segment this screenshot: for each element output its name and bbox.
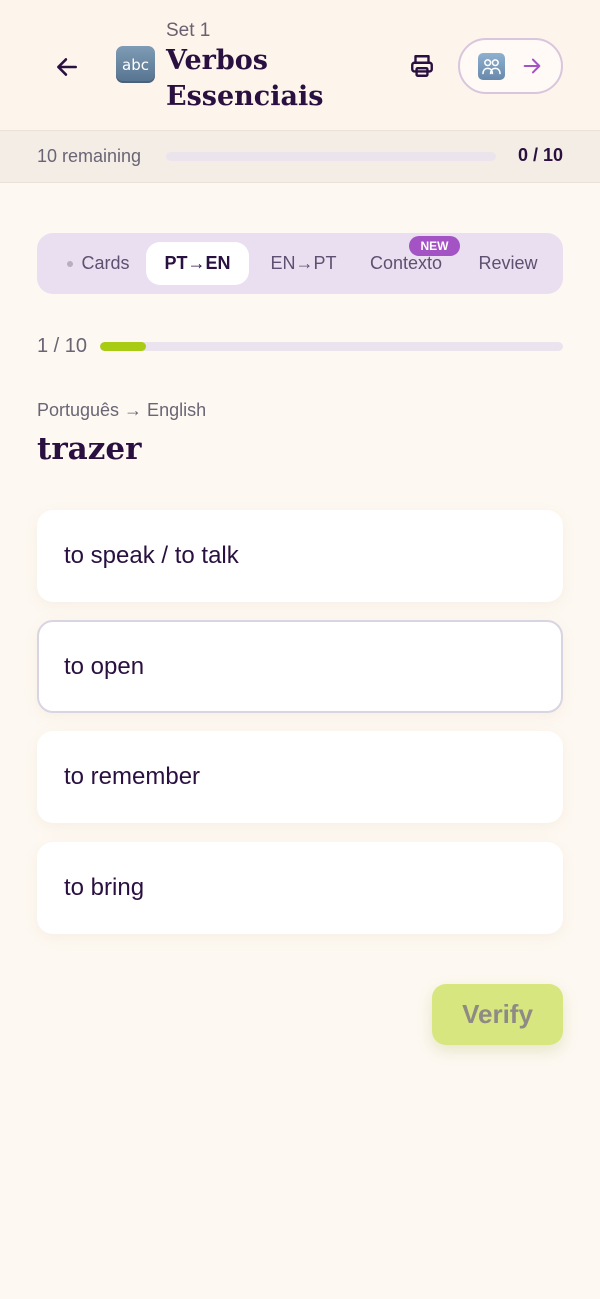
translation-direction: Português → English [37, 400, 207, 420]
answer-option-label: to bring [64, 874, 145, 901]
verify-button[interactable]: Verify [432, 984, 563, 1045]
header: abc Set 1 Verbos Essenciais [0, 0, 600, 131]
back-button[interactable] [44, 44, 90, 90]
share-set-button[interactable] [458, 38, 563, 94]
answer-option-label: to remember [64, 763, 201, 790]
tab-label: PT→EN [164, 253, 231, 273]
tab-cards[interactable]: Cards [50, 242, 147, 285]
tab-en-pt[interactable]: EN→PT [252, 242, 355, 285]
card-icon [67, 260, 74, 267]
remaining-progress-track [166, 152, 496, 161]
question-progress-fill [100, 342, 147, 351]
print-button[interactable] [400, 44, 444, 88]
remaining-label: 10 remaining [37, 146, 142, 166]
arrow-right-icon [523, 58, 541, 74]
people-icon [478, 52, 505, 80]
tab-label: Review [478, 253, 538, 273]
arrow-left-icon [57, 58, 77, 76]
answer-option[interactable]: to open [37, 620, 563, 713]
question-progress-label: 1 / 10 [37, 335, 88, 357]
question-progress-track [100, 342, 563, 351]
tab-label: EN→PT [270, 253, 337, 273]
answer-option[interactable]: to bring [37, 842, 563, 934]
tab-pt-en[interactable]: PT→EN [146, 242, 249, 285]
answer-option[interactable]: to speak / to talk [37, 510, 563, 602]
mode-tabs: Cards PT→EN EN→PT Contexto Review [37, 233, 563, 294]
new-badge: NEW [409, 236, 460, 256]
answer-option-label: to speak / to talk [64, 542, 239, 569]
abc-icon: abc [116, 46, 155, 83]
tab-label: Contexto [369, 253, 443, 273]
remaining-count: 0 / 10 [517, 145, 563, 165]
answer-option-label: to open [64, 652, 145, 680]
question-word: trazer [37, 431, 142, 467]
printer-icon [411, 55, 433, 77]
page-title: Verbos Essenciais [166, 45, 324, 112]
set-label: Set 1 [166, 20, 211, 41]
answer-option[interactable]: to remember [37, 731, 563, 823]
tab-label: Cards [81, 253, 130, 273]
tab-review[interactable]: Review [457, 242, 559, 285]
